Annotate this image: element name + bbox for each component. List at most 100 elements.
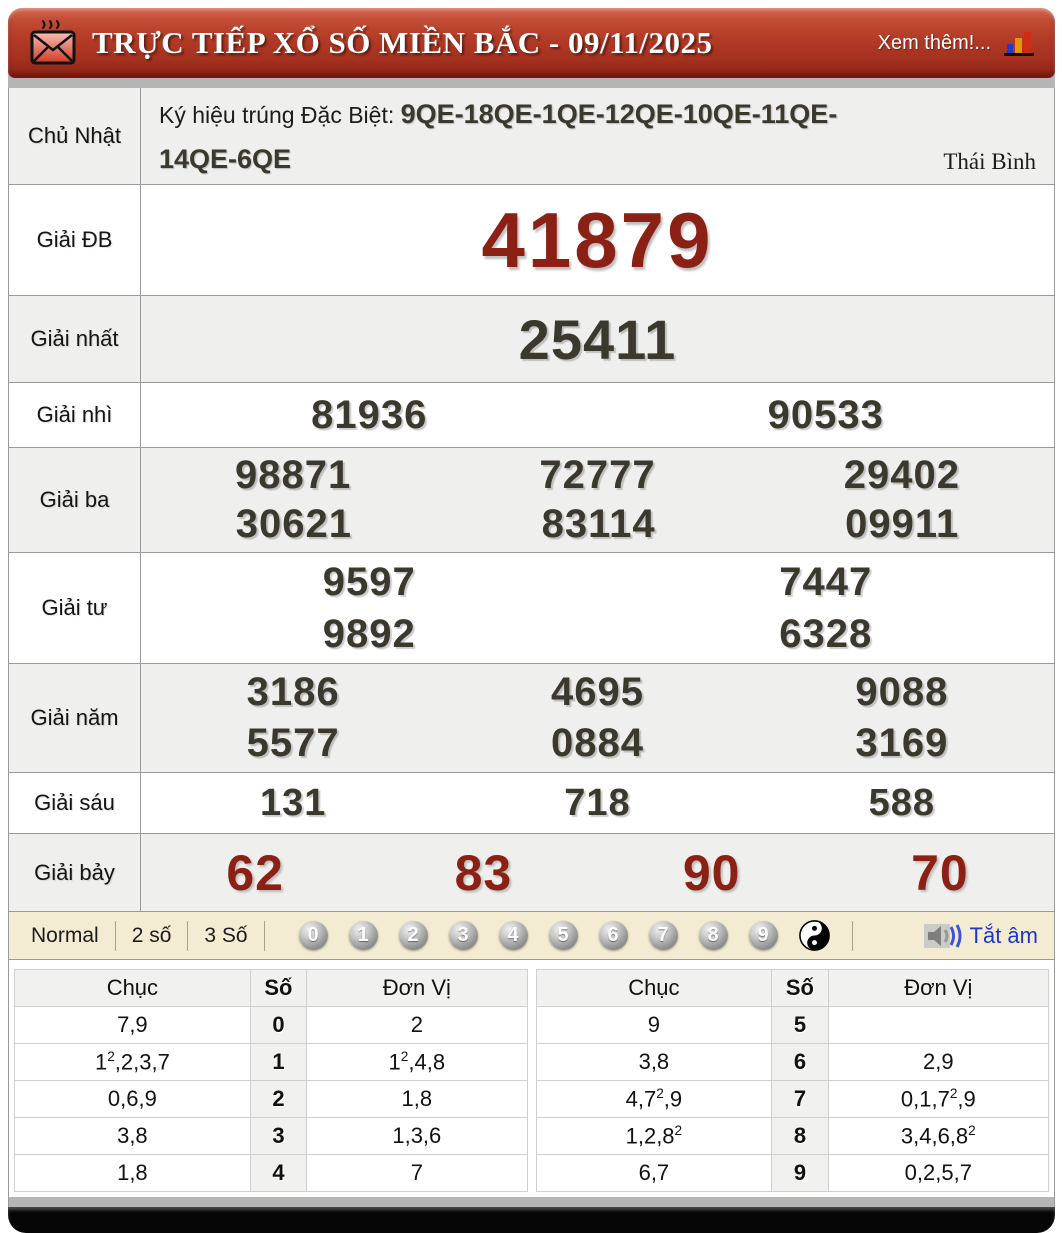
- envelope-icon: [28, 19, 78, 67]
- page-title: TRỰC TIẾP XỔ SỐ MIỀN BẮC - 09/11/2025: [92, 25, 713, 60]
- prize-label: Giải sáu: [9, 773, 141, 833]
- prize-label: Giải nhì: [9, 383, 141, 447]
- results-frame: Chủ Nhật Ký hiệu trúng Đặc Biệt: 9QE-18Q…: [8, 88, 1055, 1207]
- prize-number: 9892: [322, 611, 416, 656]
- digit-balls: 0123456789: [298, 921, 778, 950]
- prize-number: 588: [868, 781, 936, 824]
- units-cell: 2: [306, 1006, 528, 1044]
- lottery-widget: TRỰC TIẾP XỔ SỐ MIỀN BẮC - 09/11/2025 Xe…: [8, 8, 1055, 1233]
- prize-number: 29402: [843, 453, 960, 497]
- prize-number: 83114: [541, 502, 656, 546]
- prize-numbers: 25411: [141, 296, 1054, 382]
- prize-number: 62: [226, 844, 284, 901]
- digit-ball-9[interactable]: 9: [748, 921, 778, 950]
- prize-row-tu: Giải tư 9597 7447 9892 6328: [9, 553, 1054, 664]
- digit-ball-3[interactable]: 3: [448, 921, 478, 950]
- digit-table-header: Số: [771, 969, 829, 1007]
- digit-table-row: 1,2,82 8 3,4,6,82: [535, 1117, 1050, 1155]
- yin-yang-icon[interactable]: [798, 920, 830, 951]
- mode-3so-button[interactable]: 3 Số: [198, 924, 253, 948]
- prize-row-bay: Giải bảy 62 83 90 70: [9, 834, 1054, 912]
- prize-number-line: 3186 4695 9088: [141, 667, 1054, 718]
- tens-cell: 6,7: [535, 1154, 773, 1192]
- prize-number: 25411: [518, 307, 677, 371]
- mute-button[interactable]: Tắt âm: [923, 922, 1038, 950]
- digit-ball-0[interactable]: 0: [298, 921, 328, 950]
- digit-cell: 6: [771, 1043, 829, 1081]
- prize-number: 83: [454, 844, 513, 901]
- prize-row-nhat: Giải nhất 25411: [9, 296, 1054, 383]
- prize-number-line: 41879: [141, 195, 1054, 286]
- prize-number-line: 30621 83114 09911: [141, 500, 1054, 549]
- units-cell: 0,2,5,7: [827, 1154, 1050, 1192]
- digit-ball-1[interactable]: 1: [348, 921, 378, 950]
- digit-table-row: 1,8 4 7: [14, 1154, 528, 1192]
- digit-tables: Chục Số Đơn Vị 7,9 0 2 12,2,3,7 1 12,4,8 0,6,9 2 1,…: [9, 960, 1054, 1197]
- tens-cell: 3,8: [14, 1117, 251, 1155]
- prize-row-nhi: Giải nhì 81936 90533: [9, 383, 1054, 448]
- digit-table-right: Chục Số Đơn Vị 9 5 3,8 6 2,9 4,72,9 7 0,1,72,9 1,2,…: [535, 969, 1050, 1192]
- prize-number: 3169: [855, 721, 949, 765]
- digit-table-header: Đơn Vị: [827, 969, 1050, 1007]
- bar-chart-icon[interactable]: [1003, 29, 1035, 57]
- prize-number: 0884: [551, 721, 644, 765]
- prize-rows: Giải ĐB 41879 Giải nhất 25411 Giải nhì 81936 9…: [9, 185, 1054, 912]
- digit-table-row: 3,8 6 2,9: [535, 1043, 1050, 1081]
- digit-cell: 4: [249, 1154, 308, 1192]
- digit-table-row: 3,8 3 1,3,6: [14, 1117, 528, 1155]
- prize-number: 6328: [779, 611, 873, 656]
- units-cell: 0,1,72,9: [827, 1080, 1050, 1118]
- digit-table-left: Chục Số Đơn Vị 7,9 0 2 12,2,3,7 1 12,4,8 0,6,9 2 1,…: [14, 969, 528, 1192]
- prize-number: 5577: [246, 721, 340, 765]
- mode-2so-button[interactable]: 2 số: [126, 924, 178, 948]
- digit-cell: 0: [249, 1006, 308, 1044]
- divider: [114, 920, 116, 951]
- footer-bar: [8, 1207, 1055, 1233]
- prize-number: 90533: [767, 392, 884, 437]
- prize-number: 09911: [845, 502, 960, 546]
- digit-cell: 3: [249, 1117, 308, 1155]
- units-cell: 1,8: [306, 1080, 528, 1118]
- digit-ball-6[interactable]: 6: [598, 921, 628, 950]
- mute-label: Tắt âm: [969, 922, 1038, 948]
- prize-label: Giải năm: [9, 664, 141, 772]
- tens-cell: 1,8: [14, 1154, 251, 1192]
- digit-table-header: Chục: [535, 969, 773, 1007]
- info-row: Chủ Nhật Ký hiệu trúng Đặc Biệt: 9QE-18Q…: [9, 88, 1054, 185]
- digit-ball-4[interactable]: 4: [498, 921, 528, 950]
- prize-number-line: 81936 90533: [141, 393, 1054, 438]
- prize-label: Giải tư: [9, 553, 141, 663]
- digit-ball-7[interactable]: 7: [648, 921, 678, 950]
- prize-number: 718: [564, 781, 631, 824]
- prize-numbers: 62 83 90 70: [141, 834, 1054, 911]
- see-more-link[interactable]: Xem thêm!...: [878, 32, 991, 55]
- digit-ball-8[interactable]: 8: [698, 921, 728, 950]
- prize-number-line: 5577 0884 3169: [141, 718, 1054, 769]
- prize-number-line: 131 718 588: [141, 782, 1054, 825]
- prize-label: Giải bảy: [9, 834, 141, 911]
- prize-numbers: 131 718 588: [141, 773, 1054, 833]
- tens-cell: 12,2,3,7: [14, 1043, 251, 1081]
- digit-ball-2[interactable]: 2: [398, 921, 428, 950]
- header-bar: TRỰC TIẾP XỔ SỐ MIỀN BẮC - 09/11/2025 Xe…: [8, 8, 1055, 78]
- divider: [263, 920, 265, 951]
- prize-number: 98871: [235, 453, 352, 497]
- units-cell: 1,3,6: [306, 1117, 528, 1155]
- prize-label: Giải ĐB: [9, 185, 141, 295]
- prize-number-line: 9597 7447: [141, 556, 1054, 608]
- prize-number-line: 98871 72777 29402: [141, 451, 1054, 500]
- tens-cell: 4,72,9: [535, 1080, 773, 1118]
- tens-cell: 0,6,9: [14, 1080, 251, 1118]
- divider: [851, 920, 853, 951]
- footer-divider-strip: [9, 1197, 1054, 1207]
- prize-numbers: 81936 90533: [141, 383, 1054, 447]
- digit-ball-5[interactable]: 5: [548, 921, 578, 950]
- digit-table-row: 12,2,3,7 1 12,4,8: [14, 1043, 528, 1081]
- tens-cell: 9: [535, 1006, 773, 1044]
- units-cell: [827, 1006, 1050, 1044]
- mode-normal-button[interactable]: Normal: [25, 924, 105, 948]
- digit-cell: 1: [249, 1043, 308, 1081]
- units-cell: 12,4,8: [306, 1043, 528, 1081]
- prize-number: 131: [259, 781, 327, 824]
- prize-number-line: 25411: [141, 307, 1054, 372]
